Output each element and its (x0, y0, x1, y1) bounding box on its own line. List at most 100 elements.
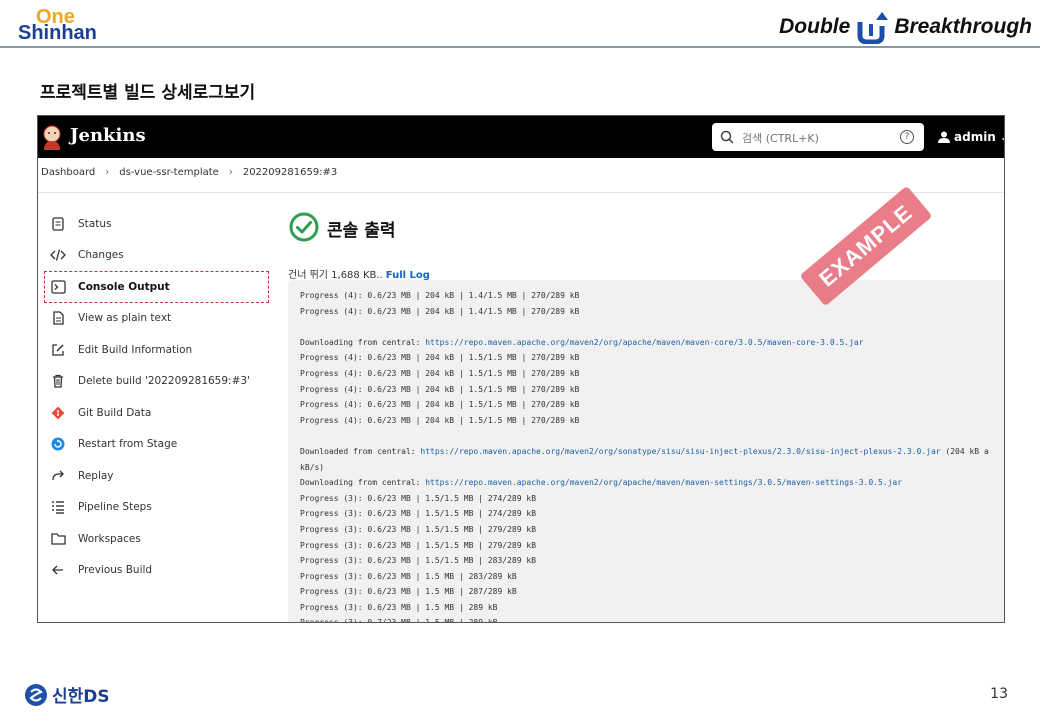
console-line-text: Progress (3): 0.6/23 MB | 1.5 MB | 287/2… (300, 587, 517, 597)
console-line-text: Downloading from central: (300, 337, 426, 347)
sidebar-item-label: Edit Build Information (78, 343, 193, 356)
breadcrumb-project[interactable]: ds-vue-ssr-template (119, 167, 219, 178)
console-line: Downloading from central: https://repo.m… (300, 335, 1004, 351)
sidebar-item-git-build-data[interactable]: Git Build Data (44, 397, 269, 429)
sidebar-item-status[interactable]: Status (44, 208, 269, 240)
sidebar-item-restart-from-stage[interactable]: Restart from Stage (44, 429, 269, 461)
sidebar-item-label: Previous Build (78, 564, 153, 577)
document-icon (50, 216, 66, 232)
console-line-text: Progress (4): 0.6/23 MB | 204 kB | 1.5/1… (300, 415, 580, 425)
chevron-right-icon: › (228, 167, 233, 178)
page-title: 콘솔 출력 (327, 221, 396, 241)
console-line: Progress (3): 0.6/23 MB | 1.5/1.5 MB | 2… (300, 491, 1004, 507)
console-line: Progress (3): 0.6/23 MB | 1.5/1.5 MB | 2… (300, 522, 1004, 538)
skip-info: 건너 뛰기 1,688 KB.. Full Log (288, 266, 430, 281)
console-line-text: Progress (3): 0.6/23 MB | 1.5/1.5 MB | 2… (300, 493, 537, 503)
jenkins-header: Jenkins ? admin ⌄ (38, 116, 1004, 158)
slide-title: 프로젝트별 빌드 상세로그보기 (40, 83, 256, 103)
breadcrumb: Dashboard › ds-vue-ssr-template › 202209… (41, 167, 337, 178)
chevron-right-icon: › (105, 167, 110, 178)
sidebar-item-view-as-plain-text[interactable]: View as plain text (44, 303, 269, 335)
file-text-icon (50, 310, 66, 326)
up-arrow-icon (857, 12, 889, 44)
console-line-text: Progress (4): 0.6/23 MB | 204 kB | 1.4/1… (300, 306, 580, 316)
console-line-text: Progress (3): 0.6/23 MB | 1.5/1.5 MB | 2… (300, 540, 537, 550)
console-line: Progress (4): 0.6/23 MB | 204 kB | 1.5/1… (300, 382, 1004, 398)
shinhan-emblem-icon (25, 683, 47, 706)
sidebar-item-label: Workspaces (78, 532, 141, 545)
search-box[interactable]: ? (712, 123, 924, 151)
sidebar-item-pipeline-steps[interactable]: Pipeline Steps (44, 492, 269, 524)
console-line: Progress (4): 0.6/23 MB | 204 kB | 1.4/1… (300, 304, 1004, 320)
console-line: kB/s) (300, 460, 1004, 476)
console-line-text: Progress (3): 0.6/23 MB | 1.5/1.5 MB | 2… (300, 524, 537, 534)
console-line: Progress (4): 0.6/23 MB | 204 kB | 1.5/1… (300, 397, 1004, 413)
console-line: Progress (4): 0.6/23 MB | 204 kB | 1.5/1… (300, 413, 1004, 429)
console-line-text: Progress (3): 0.7/23 MB | 1.5 MB | 289 k… (300, 618, 498, 623)
sidebar-item-label: Delete build '202209281659:#3' (78, 375, 250, 388)
restart-icon (50, 436, 66, 452)
sidebar-item-label: Replay (78, 469, 114, 482)
console-line-text: Downloaded from central: (300, 446, 421, 456)
console-link[interactable]: https://repo.maven.apache.org/maven2/org… (425, 338, 863, 347)
search-icon (720, 130, 734, 144)
console-line-text: Progress (3): 0.6/23 MB | 1.5/1.5 MB | 2… (300, 509, 537, 519)
username: admin (954, 130, 996, 144)
console-line: Progress (3): 0.7/23 MB | 1.5 MB | 289 k… (300, 615, 1004, 623)
console-line-text: Progress (4): 0.6/23 MB | 204 kB | 1.4/1… (300, 291, 580, 300)
brand-left-text: Double (779, 15, 851, 38)
breadcrumb-build[interactable]: 202209281659:#3 (243, 167, 337, 178)
console-line: Progress (3): 0.6/23 MB | 1.5/1.5 MB | 2… (300, 538, 1004, 554)
sidebar-item-label: Restart from Stage (78, 438, 178, 451)
sidebar-item-edit-build-information[interactable]: Edit Build Information (44, 334, 269, 366)
sidebar-item-label: Console Output (78, 280, 170, 293)
console-line: Progress (3): 0.6/23 MB | 1.5 MB | 287/2… (300, 584, 1004, 600)
console-line: Progress (3): 0.6/23 MB | 1.5/1.5 MB | 2… (300, 506, 1004, 522)
sidebar-item-previous-build[interactable]: Previous Build (44, 555, 269, 587)
console-line: Progress (4): 0.6/23 MB | 204 kB | 1.5/1… (300, 350, 1004, 366)
console-line-text: Progress (3): 0.6/23 MB | 1.5 MB | 283/2… (300, 571, 517, 581)
sidebar: Status Changes Console Output View as plain… (44, 208, 269, 586)
sidebar-item-label: Pipeline Steps (78, 501, 152, 514)
trash-icon (50, 373, 66, 389)
console-line: Progress (4): 0.6/23 MB | 204 kB | 1.4/1… (300, 288, 1004, 304)
sidebar-item-changes[interactable]: Changes (44, 240, 269, 272)
console-line: Progress (3): 0.6/23 MB | 1.5/1.5 MB | 2… (300, 553, 1004, 569)
header-divider (0, 46, 1040, 48)
sidebar-item-label: View as plain text (78, 312, 172, 325)
console-line-text: Progress (3): 0.6/23 MB | 1.5 MB | 289 k… (300, 602, 498, 612)
code-icon (50, 247, 66, 263)
edit-icon (50, 342, 66, 358)
console-line-text: Progress (4): 0.6/23 MB | 204 kB | 1.5/1… (300, 368, 580, 378)
folder-icon (50, 531, 66, 547)
console-line-suffix: (204 kB a (940, 446, 989, 456)
console-output[interactable]: Progress (4): 0.6/23 MB | 204 kB | 1.4/1… (288, 280, 1004, 623)
success-check-icon (289, 212, 319, 242)
console-link[interactable]: https://repo.maven.apache.org/maven2/org… (420, 447, 940, 456)
sidebar-item-delete-build-202209281659-3[interactable]: Delete build '202209281659:#3' (44, 366, 269, 398)
sidebar-item-replay[interactable]: Replay (44, 460, 269, 492)
console-line: Progress (3): 0.6/23 MB | 1.5 MB | 289 k… (300, 600, 1004, 616)
page-number: 13 (990, 686, 1008, 702)
breadcrumb-dashboard[interactable]: Dashboard (41, 167, 95, 178)
list-icon (50, 499, 66, 515)
search-input[interactable] (740, 127, 894, 149)
sidebar-item-workspaces[interactable]: Workspaces (44, 523, 269, 555)
shinhan-ds-logo: 신한DS (24, 682, 110, 707)
jenkins-title[interactable]: Jenkins (70, 125, 146, 146)
help-icon[interactable]: ? (900, 130, 914, 144)
terminal-icon (50, 279, 66, 295)
footer-logo-text: 신한DS (52, 687, 110, 707)
jenkins-screenshot: Jenkins ? admin ⌄ Dashboard › ds-vue-ssr… (37, 115, 1005, 623)
one-shinhan-logo: Shinhan (18, 22, 97, 44)
sidebar-item-console-output[interactable]: Console Output (44, 271, 269, 303)
replay-icon (50, 468, 66, 484)
console-link[interactable]: https://repo.maven.apache.org/maven2/org… (425, 478, 902, 487)
user-icon (938, 131, 950, 143)
brand-right-text: Breakthrough (894, 15, 1032, 38)
jenkins-butler-icon[interactable] (41, 124, 63, 150)
git-icon (50, 405, 66, 421)
user-menu[interactable]: admin ⌄ (938, 130, 1004, 144)
